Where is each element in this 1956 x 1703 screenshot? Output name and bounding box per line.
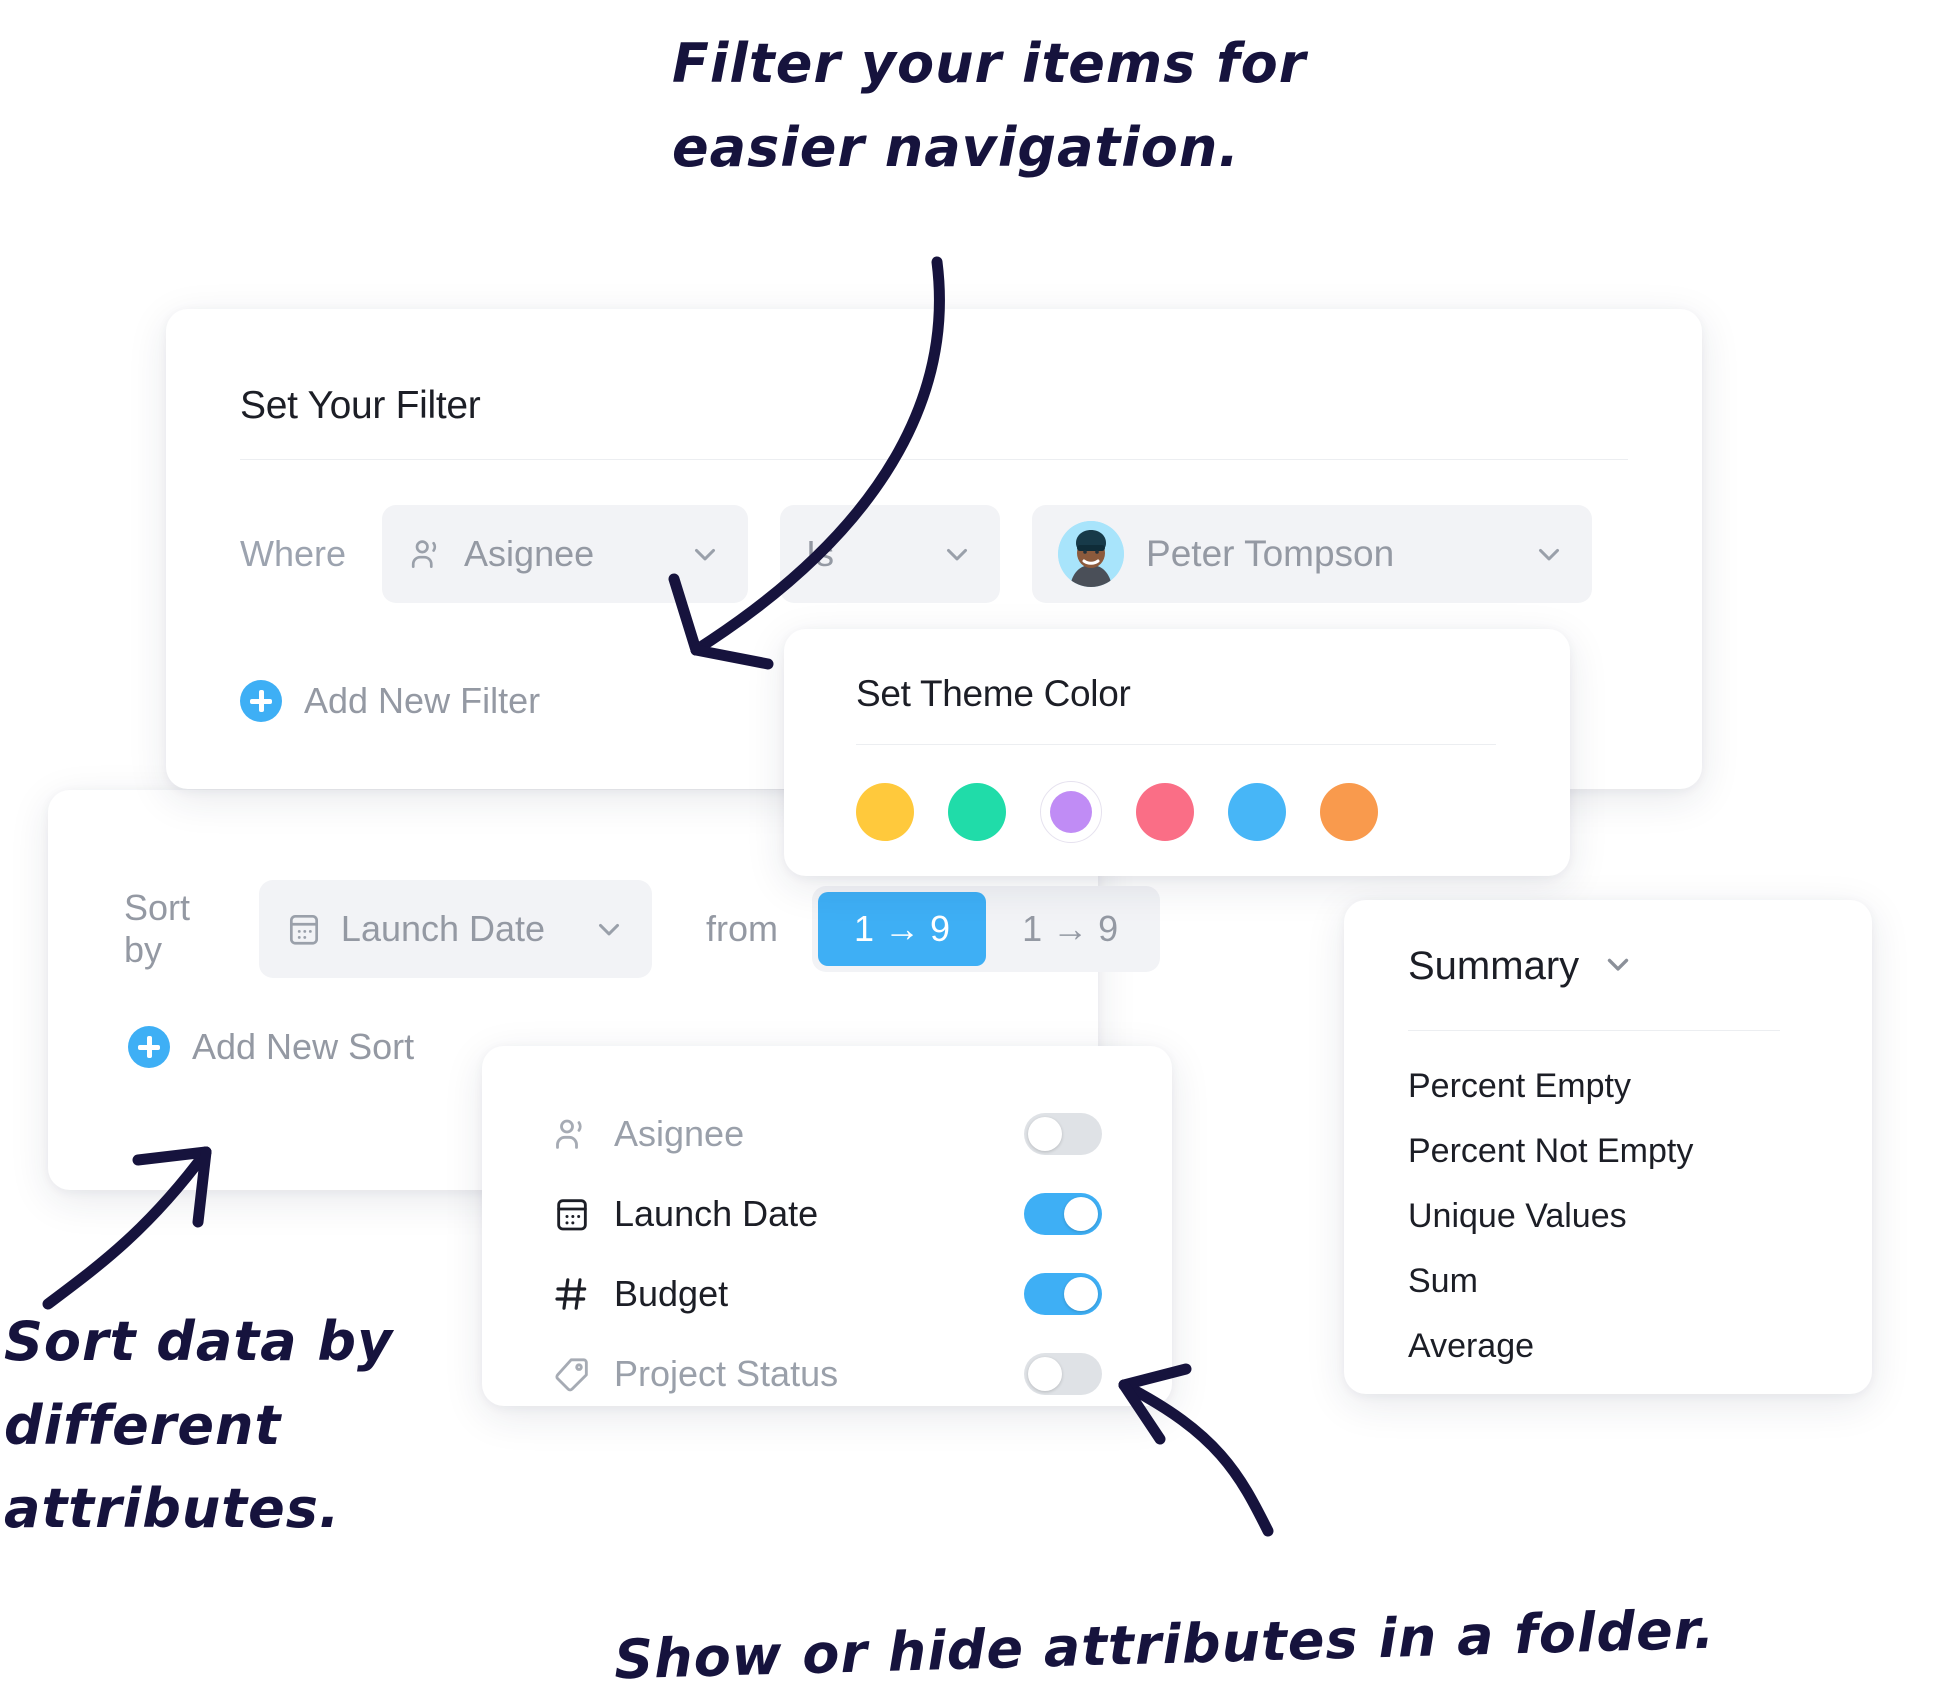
theme-panel-divider <box>856 744 1496 745</box>
toggle-knob <box>1064 1277 1098 1311</box>
theme-panel-title: Set Theme Color <box>856 673 1131 714</box>
summary-option[interactable]: Sum <box>1408 1249 1808 1314</box>
summary-option-list: Percent Empty Percent Not Empty Unique Val… <box>1408 1054 1808 1379</box>
filter-panel-title: Set Your Filter <box>240 384 481 427</box>
theme-color-slot-purple <box>1040 781 1102 843</box>
sort-field-value: Launch Date <box>340 908 546 949</box>
filter-value-dropdown[interactable]: Peter Tompson <box>1032 505 1593 603</box>
attribute-label: Budget <box>614 1273 729 1314</box>
plus-circle-icon <box>240 680 282 722</box>
chevron-down-icon <box>1492 537 1566 571</box>
attribute-toggle[interactable] <box>1024 1353 1102 1395</box>
attribute-row[interactable]: Budget <box>552 1254 1102 1334</box>
annotation-filter-note: Filter your items for easier navigation. <box>672 32 1307 179</box>
person-icon <box>408 535 446 573</box>
theme-color-swatch-orange[interactable] <box>1320 783 1378 841</box>
summary-option[interactable]: Average <box>1408 1314 1808 1379</box>
theme-color-swatch-blue[interactable] <box>1228 783 1286 841</box>
add-new-sort-label: Add New Sort <box>192 1026 415 1067</box>
attribute-toggle[interactable] <box>1024 1273 1102 1315</box>
summary-dropdown-header[interactable]: Summary <box>1408 944 1635 989</box>
plus-circle-icon <box>128 1026 170 1068</box>
attribute-label: Launch Date <box>614 1193 819 1234</box>
attributes-visibility-panel: Asignee Launch Date Budget Project Status <box>482 1046 1172 1406</box>
summary-option[interactable]: Unique Values <box>1408 1184 1808 1249</box>
calendar-icon <box>552 1194 598 1234</box>
hash-icon <box>552 1274 598 1314</box>
theme-color-slot-orange <box>1320 783 1378 841</box>
attribute-label: Asignee <box>614 1113 745 1154</box>
add-new-sort-button[interactable]: Add New Sort <box>128 1026 414 1068</box>
from-label: from <box>706 908 779 949</box>
chevron-down-icon <box>900 537 974 571</box>
sort-direction-option-alt[interactable]: 1 → 9 <box>986 892 1154 966</box>
theme-color-slot-pink <box>1136 783 1194 841</box>
attribute-toggle[interactable] <box>1024 1113 1102 1155</box>
filter-operator-value: Is <box>806 533 835 574</box>
toggle-knob <box>1028 1357 1062 1391</box>
avatar <box>1058 521 1125 587</box>
toggle-knob <box>1064 1197 1098 1231</box>
calendar-icon <box>285 910 323 948</box>
filter-panel-divider <box>240 459 1628 460</box>
chevron-down-icon <box>552 912 626 946</box>
attribute-row[interactable]: Launch Date <box>552 1174 1102 1254</box>
sort-direction-toggle-group: 1 → 9 1 → 9 <box>812 886 1161 972</box>
summary-panel: Summary Percent Empty Percent Not Empty Un… <box>1344 900 1872 1394</box>
filter-operator-dropdown[interactable]: Is <box>780 505 1001 603</box>
filter-value-name: Peter Tompson <box>1146 533 1395 574</box>
chevron-down-icon <box>648 537 722 571</box>
sort-condition-row: Sort by Launch Date from 1 → 9 1 → 9 <box>124 880 1161 978</box>
summary-option[interactable]: Percent Not Empty <box>1408 1119 1808 1184</box>
where-label: Where <box>240 533 347 574</box>
add-new-filter-label: Add New Filter <box>304 680 541 721</box>
annotation-attributes-note: Show or hide attributes in a folder. <box>613 1597 1716 1692</box>
screenshot-root: Set Your Filter Where Asignee Is Peter T… <box>0 0 1956 1703</box>
theme-color-slot-yellow <box>856 783 914 841</box>
toggle-knob <box>1028 1117 1062 1151</box>
theme-color-swatch-pink[interactable] <box>1136 783 1194 841</box>
summary-option[interactable]: Percent Empty <box>1408 1054 1808 1119</box>
filter-condition-row: Where Asignee Is Peter Tompson <box>240 505 1593 603</box>
person-icon <box>552 1114 598 1154</box>
summary-title: Summary <box>1408 944 1580 988</box>
attribute-row[interactable]: Project Status <box>552 1334 1102 1414</box>
theme-color-swatch-teal[interactable] <box>948 783 1006 841</box>
summary-panel-divider <box>1408 1030 1780 1031</box>
theme-color-swatch-yellow[interactable] <box>856 783 914 841</box>
theme-color-slot-blue <box>1228 783 1286 841</box>
theme-color-slot-teal <box>948 783 1006 841</box>
filter-field-dropdown[interactable]: Asignee <box>382 505 749 603</box>
annotation-sort-note: Sort data by different attributes. <box>4 1310 394 1541</box>
sort-field-dropdown[interactable]: Launch Date <box>258 880 653 978</box>
sort-by-label: Sort by <box>124 887 191 970</box>
attribute-list: Asignee Launch Date Budget Project Status <box>552 1094 1102 1414</box>
theme-color-swatch-list <box>856 781 1378 843</box>
tag-icon <box>552 1354 598 1394</box>
attribute-toggle[interactable] <box>1024 1193 1102 1235</box>
attribute-row[interactable]: Asignee <box>552 1094 1102 1174</box>
theme-color-panel: Set Theme Color <box>784 629 1570 876</box>
chevron-down-icon <box>1601 947 1635 986</box>
sort-direction-option-asc[interactable]: 1 → 9 <box>818 892 987 966</box>
theme-color-swatch-purple[interactable] <box>1050 791 1092 833</box>
filter-field-value: Asignee <box>464 533 595 574</box>
add-new-filter-button[interactable]: Add New Filter <box>240 680 540 722</box>
attribute-label: Project Status <box>614 1353 839 1394</box>
